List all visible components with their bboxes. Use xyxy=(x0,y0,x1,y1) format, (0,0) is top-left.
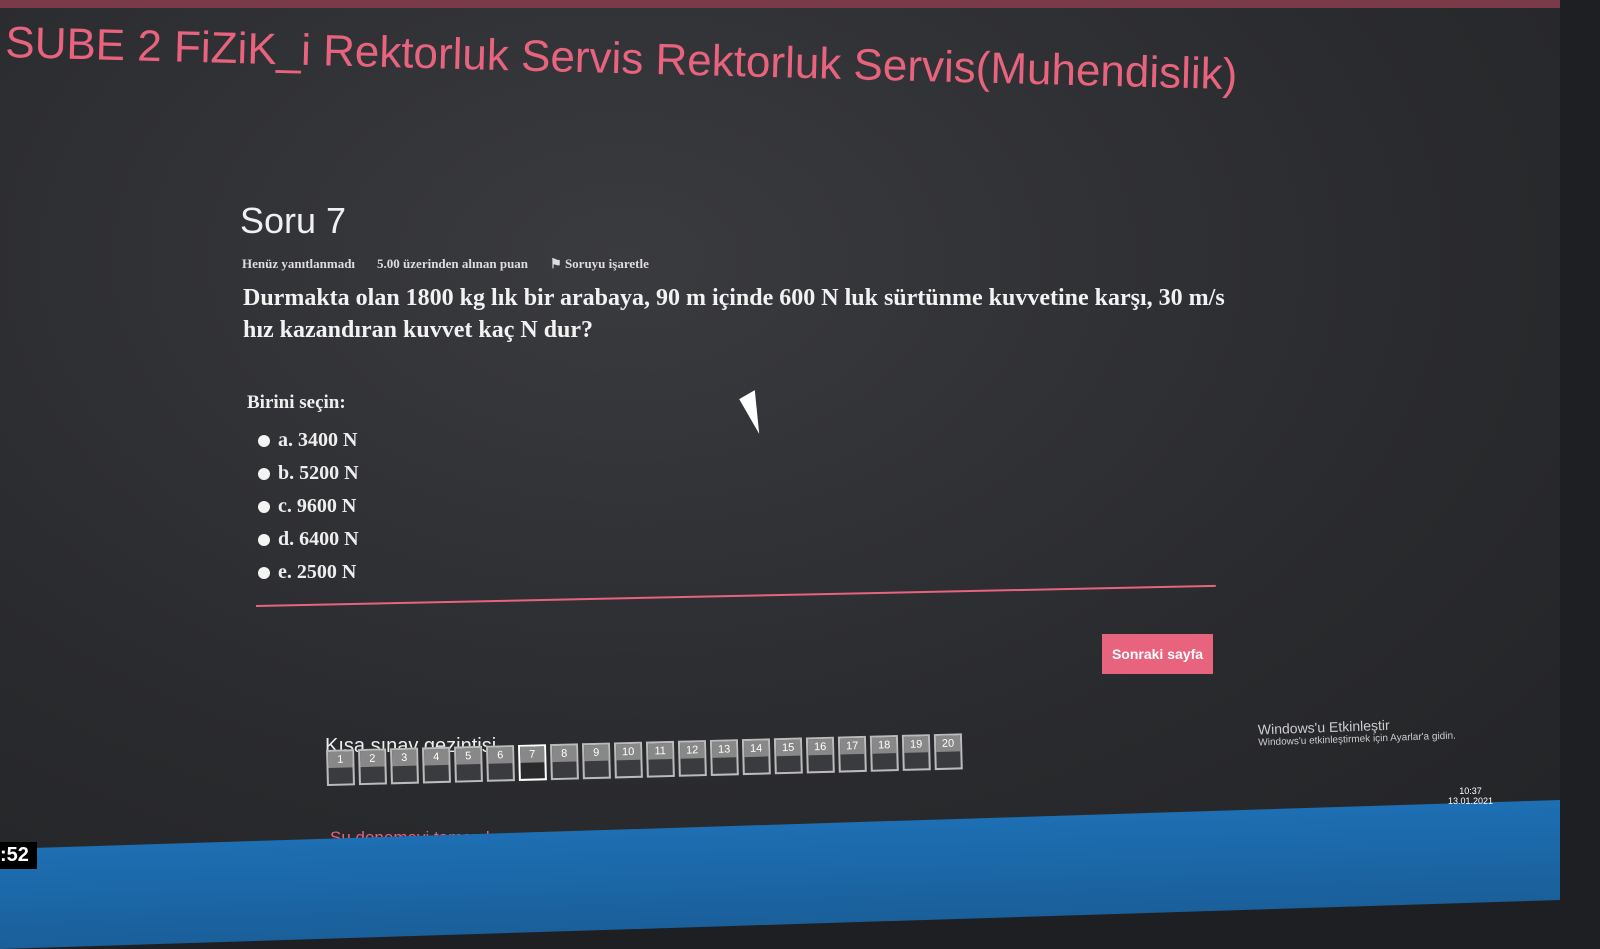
quiz-nav-button[interactable]: 20 xyxy=(933,733,963,771)
quiz-nav-button[interactable]: 18 xyxy=(869,735,899,772)
quiz-nav-button[interactable]: 19 xyxy=(901,734,931,771)
quiz-nav-number: 3 xyxy=(392,749,417,767)
radio-button[interactable] xyxy=(258,533,270,546)
quiz-nav-number: 5 xyxy=(456,747,481,765)
quiz-nav-button[interactable]: 5 xyxy=(454,745,483,783)
option-c[interactable]: c. 9600 N xyxy=(258,490,359,523)
quiz-nav-number: 10 xyxy=(616,743,641,761)
quiz-nav-number: 9 xyxy=(584,744,609,762)
screen: SUBE 2 FiZiK_i Rektorluk Servis Rektorlu… xyxy=(0,0,1560,860)
choose-prompt: Birini seçin: xyxy=(247,392,346,413)
quiz-nav-number: 4 xyxy=(424,748,449,766)
quiz-nav-number: 19 xyxy=(903,736,929,753)
quiz-nav-number: 8 xyxy=(552,745,577,763)
quiz-nav-number: 20 xyxy=(935,735,961,753)
quiz-nav-number: 18 xyxy=(871,737,897,754)
quiz-nav-button[interactable]: 13 xyxy=(709,739,739,776)
divider xyxy=(255,584,1216,607)
quiz-nav-number: 13 xyxy=(711,741,737,758)
quiz-nav-number: 1 xyxy=(328,751,353,768)
flag-question-link[interactable]: ⚑ Soruyu işaretle xyxy=(550,256,649,272)
quiz-nav-button[interactable]: 1 xyxy=(326,749,355,786)
flag-icon: ⚑ xyxy=(550,256,565,271)
quiz-nav-button[interactable]: 3 xyxy=(390,747,419,785)
quiz-nav-button[interactable]: 17 xyxy=(837,735,867,773)
answer-options: a. 3400 N b. 5200 N c. 9600 N d. 6400 N … xyxy=(258,424,359,589)
quiz-nav-button[interactable]: 10 xyxy=(613,741,643,779)
quiz-nav-button[interactable]: 11 xyxy=(645,740,675,778)
overlay-time: :52 xyxy=(0,842,37,869)
radio-button[interactable] xyxy=(258,500,270,513)
tray-date: 13.01.2021 xyxy=(1448,796,1494,806)
quiz-nav-button[interactable]: 12 xyxy=(677,740,707,777)
quiz-nav-button[interactable]: 7 xyxy=(517,744,547,781)
question-status: Henüz yanıtlanmadı xyxy=(242,256,356,271)
quiz-nav-button[interactable]: 9 xyxy=(581,742,611,780)
top-bar xyxy=(0,0,1560,8)
quiz-nav-number: 6 xyxy=(488,747,513,764)
quiz-nav-button[interactable]: 8 xyxy=(549,743,579,781)
tray-clock[interactable]: 10:37 13.01.2021 xyxy=(1448,786,1493,806)
option-label: a. 3400 N xyxy=(278,429,358,451)
quiz-nav-button[interactable]: 4 xyxy=(422,746,451,784)
tray-time: 10:37 xyxy=(1459,786,1482,796)
option-label: d. 6400 N xyxy=(278,528,359,550)
quiz-nav-button[interactable]: 16 xyxy=(805,736,835,774)
question-title: Soru 7 xyxy=(240,200,347,241)
quiz-nav-button[interactable]: 2 xyxy=(358,748,387,786)
next-page-button[interactable]: Sonraki sayfa xyxy=(1102,634,1213,674)
radio-button[interactable] xyxy=(258,434,270,447)
question-meta: Henüz yanıtlanmadı 5.00 üzerinden alınan… xyxy=(242,256,649,272)
option-d[interactable]: d. 6400 N xyxy=(258,523,359,556)
option-label: b. 5200 N xyxy=(278,462,359,484)
option-label: c. 9600 N xyxy=(278,495,357,517)
quiz-nav-number: 17 xyxy=(839,737,865,755)
flag-label: Soruyu işaretle xyxy=(564,256,649,271)
option-b[interactable]: b. 5200 N xyxy=(258,457,359,490)
quiz-nav-number: 14 xyxy=(743,740,769,758)
radio-button[interactable] xyxy=(258,467,270,480)
radio-button[interactable] xyxy=(258,566,270,579)
quiz-nav-button[interactable]: 15 xyxy=(773,737,803,775)
quiz-nav-number: 12 xyxy=(679,742,705,759)
option-label: e. 2500 N xyxy=(278,561,357,583)
quiz-nav-number: 2 xyxy=(360,750,385,768)
option-a[interactable]: a. 3400 N xyxy=(258,424,359,457)
quiz-nav-button[interactable]: 14 xyxy=(741,738,771,776)
windows-activation-watermark: Windows'u Etkinleştir Windows'u etkinleş… xyxy=(1258,715,1456,749)
quiz-nav-number: 15 xyxy=(775,739,801,757)
quiz-nav-button[interactable]: 6 xyxy=(486,745,515,782)
course-title: SUBE 2 FiZiK_i Rektorluk Servis Rektorlu… xyxy=(4,18,1238,100)
question-grade: 5.00 üzerinden alınan puan xyxy=(377,256,529,271)
quiz-nav-number: 11 xyxy=(647,742,673,760)
quiz-nav-number: 16 xyxy=(807,738,833,756)
question-text: Durmakta olan 1800 kg lık bir arabaya, 9… xyxy=(243,285,1225,343)
option-e[interactable]: e. 2500 N xyxy=(258,556,359,589)
mouse-cursor-icon xyxy=(739,390,775,434)
quiz-nav-number: 7 xyxy=(520,746,545,763)
